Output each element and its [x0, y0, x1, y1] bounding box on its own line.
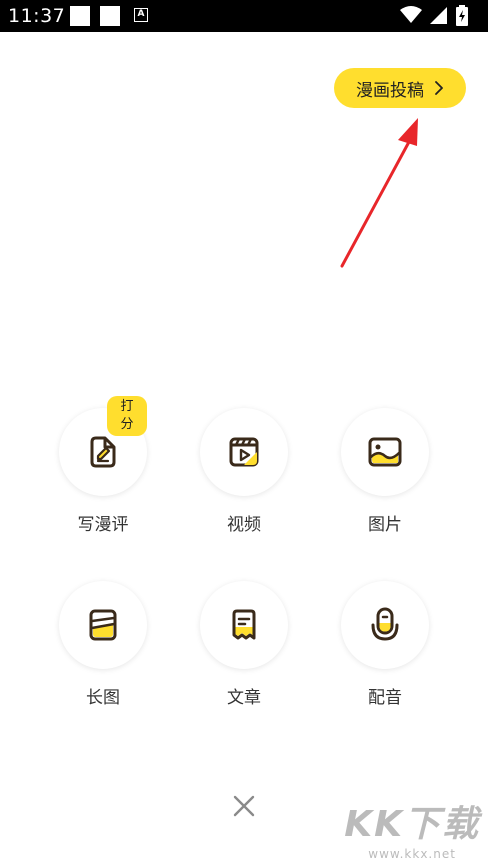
- menu-item-circle: [341, 408, 429, 496]
- notification-icon: [100, 6, 120, 26]
- chevron-right-icon: [435, 81, 443, 95]
- menu-item-circle: [341, 581, 429, 669]
- status-bar: 11:37 A: [0, 0, 488, 32]
- menu-item-label: 写漫评: [77, 515, 129, 535]
- menu-item-video[interactable]: 视频: [184, 408, 304, 535]
- menu-item-article[interactable]: 文章: [184, 581, 304, 708]
- microphone-icon: [371, 607, 399, 641]
- notification-icon: [70, 6, 90, 26]
- menu-item-label: 视频: [227, 515, 261, 535]
- menu-item-circle: [200, 408, 288, 496]
- long-image-icon: [89, 609, 117, 641]
- menu-item-label: 长图: [86, 688, 120, 708]
- watermark-logo: KK下载: [344, 804, 480, 845]
- menu-item-image[interactable]: 图片: [325, 408, 445, 535]
- submit-comic-button[interactable]: 漫画投稿: [334, 68, 466, 108]
- menu-item-circle: [200, 581, 288, 669]
- article-icon: [232, 609, 256, 640]
- wifi-icon: [400, 6, 422, 23]
- watermark: KK下载 www.kkx.net: [344, 795, 480, 861]
- menu-item-circle: [59, 581, 147, 669]
- menu-item-label: 文章: [227, 688, 261, 708]
- menu-item-label: 图片: [368, 515, 402, 535]
- menu-item-write-review[interactable]: 打分 写漫评: [43, 396, 163, 535]
- menu-item-circle: 打分: [59, 396, 147, 496]
- watermark-url: www.kkx.net: [368, 847, 456, 861]
- menu-item-long-image[interactable]: 长图: [43, 581, 163, 708]
- picture-icon: [368, 437, 402, 467]
- pencil-doc-icon: [90, 436, 116, 468]
- battery-charging-icon: [456, 5, 468, 26]
- signal-icon: [430, 7, 447, 24]
- menu-item-label: 配音: [368, 688, 402, 708]
- accessibility-notification-icon: A: [134, 8, 148, 22]
- menu-item-dubbing[interactable]: 配音: [325, 581, 445, 708]
- status-time: 11:37: [8, 5, 66, 27]
- submit-comic-label: 漫画投稿: [356, 80, 424, 101]
- score-badge: 打分: [107, 396, 147, 436]
- close-icon[interactable]: [230, 792, 258, 820]
- video-clapper-icon: [229, 437, 259, 467]
